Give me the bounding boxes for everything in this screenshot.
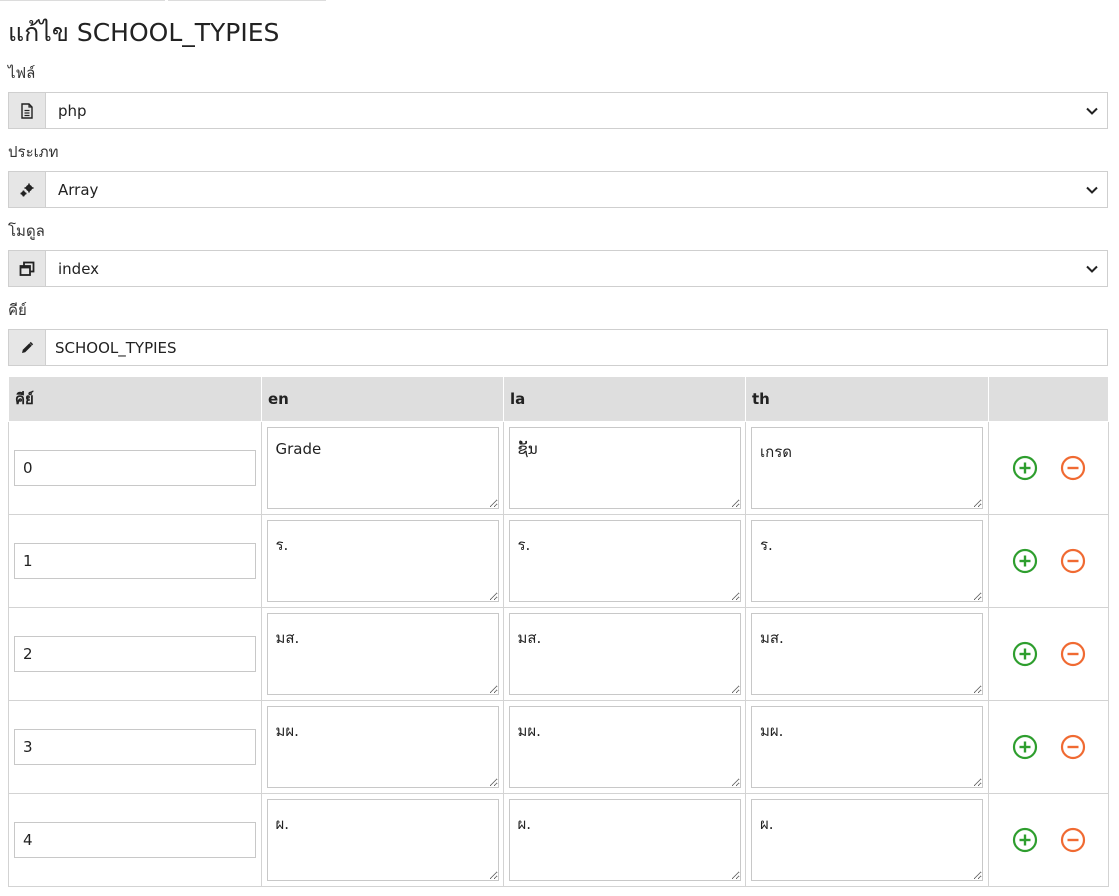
chevron-down-icon (1077, 93, 1107, 128)
th-textarea[interactable]: มส. (751, 613, 983, 695)
la-textarea[interactable]: ร. (508, 520, 741, 602)
module-label: โมดูล (8, 222, 45, 240)
type-select-value: Array (58, 180, 99, 199)
add-row-icon[interactable] (1012, 734, 1038, 760)
th-textarea[interactable]: มผ. (751, 706, 983, 788)
pencil-icon (9, 330, 46, 365)
row-key-input[interactable] (14, 729, 256, 765)
chevron-down-icon (1077, 251, 1107, 286)
la-textarea[interactable]: มส. (508, 613, 741, 695)
top-tab-strip (0, 0, 330, 2)
translations-table: คีย์ en la th Grade ຊັ້ນ เกรด ร. ร. ร. (8, 376, 1109, 887)
file-icon (9, 93, 46, 128)
header-actions (988, 376, 1109, 422)
header-en: en (261, 376, 504, 422)
table-row: ร. ร. ร. (8, 514, 1109, 608)
th-textarea[interactable]: เกรด (751, 427, 983, 509)
type-select[interactable]: Array (8, 171, 1108, 208)
add-row-icon[interactable] (1012, 827, 1038, 853)
en-textarea[interactable]: มส. (266, 613, 499, 695)
en-textarea[interactable]: ร. (266, 520, 499, 602)
file-label: ไฟล์ (8, 64, 36, 82)
row-key-input[interactable] (14, 543, 256, 579)
type-label: ประเภท (8, 143, 59, 161)
row-key-input[interactable] (14, 450, 256, 486)
header-la: la (503, 376, 746, 422)
remove-row-icon[interactable] (1060, 827, 1086, 853)
add-row-icon[interactable] (1012, 641, 1038, 667)
header-key: คีย์ (8, 376, 262, 422)
table-row: มผ. มผ. มผ. (8, 700, 1109, 794)
remove-row-icon[interactable] (1060, 641, 1086, 667)
key-label: คีย์ (8, 301, 27, 319)
gears-icon (9, 172, 46, 207)
chevron-down-icon (1077, 172, 1107, 207)
en-textarea[interactable]: ผ. (266, 799, 499, 881)
table-row: Grade ຊັ້ນ เกรด (8, 421, 1109, 515)
module-select-value: index (58, 259, 100, 278)
th-textarea[interactable]: ผ. (751, 799, 983, 881)
file-select-value: php (58, 101, 87, 120)
en-textarea[interactable]: มผ. (266, 706, 499, 788)
remove-row-icon[interactable] (1060, 548, 1086, 574)
key-input[interactable] (46, 330, 1107, 365)
table-row: มส. มส. มส. (8, 607, 1109, 701)
la-textarea[interactable]: ผ. (508, 799, 741, 881)
th-textarea[interactable]: ร. (751, 520, 983, 602)
header-th: th (745, 376, 989, 422)
row-key-input[interactable] (14, 636, 256, 672)
remove-row-icon[interactable] (1060, 455, 1086, 481)
add-row-icon[interactable] (1012, 548, 1038, 574)
table-header-row: คีย์ en la th (8, 376, 1109, 422)
key-field (8, 329, 1108, 366)
module-select[interactable]: index (8, 250, 1108, 287)
row-key-input[interactable] (14, 822, 256, 858)
add-row-icon[interactable] (1012, 455, 1038, 481)
la-textarea[interactable]: มผ. (508, 706, 741, 788)
en-textarea[interactable]: Grade (266, 427, 499, 509)
remove-row-icon[interactable] (1060, 734, 1086, 760)
window-icon (9, 251, 46, 286)
file-select[interactable]: php (8, 92, 1108, 129)
la-textarea[interactable]: ຊັ້ນ (508, 427, 741, 509)
table-row: ผ. ผ. ผ. (8, 793, 1109, 887)
page-title: แก้ไข SCHOOL_TYPIES (8, 18, 280, 47)
